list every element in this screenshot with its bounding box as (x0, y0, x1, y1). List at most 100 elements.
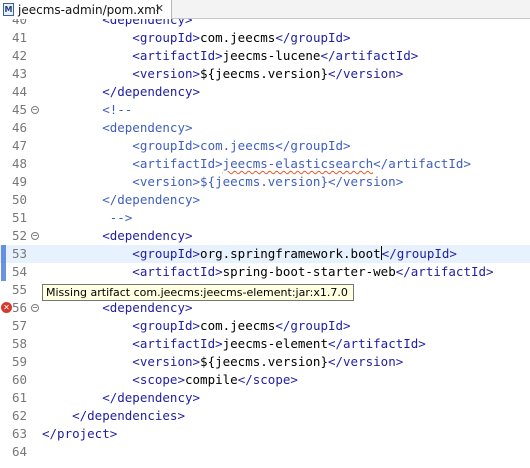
code-text: </dependency> (42, 191, 200, 209)
code-line[interactable]: 41 <groupId>com.jeecms</groupId> (0, 29, 530, 47)
code-text: </project> (42, 425, 117, 443)
code-token: <dependency> (42, 228, 193, 243)
change-marker (1, 263, 6, 281)
line-number: 44 (12, 84, 28, 99)
error-hover-tooltip: Missing artifact com.jeecms:jeecms-eleme… (42, 284, 354, 301)
code-token: <groupId>com.jeecms</groupId> (42, 138, 351, 153)
code-line[interactable]: 60 <scope>compile</scope> (0, 371, 530, 389)
code-text: <scope>compile</scope> (42, 371, 298, 389)
xml-source-editor[interactable]: 40 <dependency> 41 <groupId>com.jeecms</g… (0, 19, 530, 468)
code-line[interactable]: 64 (0, 443, 530, 461)
line-number: 59 (12, 354, 28, 369)
line-number: 40 (12, 19, 28, 27)
close-icon[interactable]: ✕ (155, 3, 164, 15)
line-number: 45 (12, 102, 28, 117)
line-number: 56 (12, 300, 28, 315)
code-token: <!-- (42, 102, 133, 117)
code-token: <dependency> (42, 120, 193, 135)
code-line[interactable]: 42 <artifactId>jeecms-lucene</artifactId… (0, 47, 530, 65)
line-number: 55 (12, 282, 28, 297)
code-token: </artifactId> (327, 336, 426, 351)
code-token: <dependency> (42, 19, 193, 27)
code-line[interactable]: 52− <dependency> (0, 227, 530, 245)
line-number: 51 (12, 210, 28, 225)
code-line[interactable]: 46 <dependency> (0, 119, 530, 137)
change-marker (1, 245, 6, 263)
line-number: 42 (12, 48, 28, 63)
code-token: <groupId> (42, 318, 201, 333)
code-token: com.jeecms (200, 318, 276, 333)
code-line[interactable]: 50 </dependency> (0, 191, 530, 209)
code-line[interactable]: 63 </project> (0, 425, 530, 443)
error-icon[interactable]: ✕ (1, 302, 12, 313)
line-number: 63 (12, 426, 28, 441)
code-token: </groupId> (275, 30, 351, 45)
code-token: </groupId> (381, 246, 457, 261)
code-text: <groupId>com.jeecms</groupId> (42, 29, 351, 47)
code-token: jeecms-element (222, 336, 328, 351)
code-token: org.springframework.boot (200, 246, 381, 261)
code-line[interactable]: 49 <version>${jeecms.version}</version> (0, 173, 530, 191)
code-text: <dependency> (42, 119, 193, 137)
code-line[interactable]: 57 <groupId>com.jeecms</groupId> (0, 317, 530, 335)
code-line[interactable]: 51 --> (0, 209, 530, 227)
code-token: <version> (42, 354, 201, 369)
code-token: </dependency> (42, 390, 201, 405)
code-line[interactable]: 62 </dependencies> (0, 407, 530, 425)
code-token: </version> (327, 354, 404, 369)
code-token: <version> (42, 66, 201, 81)
code-line[interactable]: 43 <version>${jeecms.version}</version> (0, 65, 530, 83)
editor-tab-pom-xml[interactable]: M jeecms-admin/pom.xml ✕ (0, 0, 172, 19)
tab-title: jeecms-admin/pom.xml (18, 2, 160, 17)
line-number: 48 (12, 156, 28, 171)
code-line[interactable]: 53 <groupId>org.springframework.boot</gr… (0, 245, 530, 263)
code-token: </project> (42, 426, 118, 441)
code-text: <artifactId>jeecms-element</artifactId> (42, 335, 426, 353)
code-token: ${jeecms.version} (200, 66, 328, 81)
line-number: 53 (12, 246, 28, 261)
code-text: <!-- (42, 101, 132, 119)
code-token: <dependency> (42, 300, 193, 315)
code-text: </dependency> (42, 389, 200, 407)
code-text: </dependencies> (42, 407, 185, 425)
editor-tab-strip: M jeecms-admin/pom.xml ✕ (0, 0, 530, 19)
code-token: </artifactId> (373, 156, 471, 171)
code-line[interactable]: 54 <artifactId>spring-boot-starter-web</… (0, 263, 530, 281)
code-text: <artifactId>spring-boot-starter-web</art… (42, 263, 493, 281)
code-token: <groupId> (42, 30, 201, 45)
line-number: 47 (12, 138, 28, 153)
code-text: <dependency> (42, 227, 193, 245)
line-number: 62 (12, 408, 28, 423)
code-line[interactable]: 40 <dependency> (0, 19, 530, 29)
line-number: 52 (12, 228, 28, 243)
code-token: </dependency> (42, 192, 201, 207)
line-number: 41 (12, 30, 28, 45)
fold-toggle-icon[interactable]: − (31, 304, 39, 312)
code-token: --> (42, 210, 133, 225)
code-text: --> (42, 209, 133, 227)
code-token: spring-boot-starter-web (222, 264, 396, 279)
code-token: <scope> (42, 372, 185, 387)
fold-toggle-icon[interactable]: − (31, 106, 39, 114)
code-token: jeecms-lucene (222, 48, 321, 63)
code-text: <artifactId>jeecms-elasticsearch</artifa… (42, 155, 471, 173)
code-line[interactable]: 47 <groupId>com.jeecms</groupId> (0, 137, 530, 155)
code-text: <groupId>org.springframework.boot</group… (42, 245, 457, 263)
code-line[interactable]: 58 <artifactId>jeecms-element</artifactI… (0, 335, 530, 353)
code-token: <artifactId> (42, 156, 223, 171)
code-text: </dependency> (42, 83, 200, 101)
code-token: </groupId> (275, 318, 351, 333)
code-text: <version>${jeecms.version}</version> (42, 65, 403, 83)
code-text: <dependency> (42, 299, 193, 317)
line-number: 46 (12, 120, 28, 135)
line-number: 61 (12, 390, 28, 405)
code-line[interactable]: 45− <!-- (0, 101, 530, 119)
code-line[interactable]: 44 </dependency> (0, 83, 530, 101)
line-number: 50 (12, 192, 28, 207)
fold-toggle-icon[interactable]: − (31, 232, 39, 240)
code-line[interactable]: ✕ 56− <dependency> (0, 299, 530, 317)
code-token: <version>${jeecms.version}</version> (42, 174, 404, 189)
code-line[interactable]: 61 </dependency> (0, 389, 530, 407)
code-line[interactable]: 59 <version>${jeecms.version}</version> (0, 353, 530, 371)
code-line[interactable]: 48 <artifactId>jeecms-elasticsearch</art… (0, 155, 530, 173)
